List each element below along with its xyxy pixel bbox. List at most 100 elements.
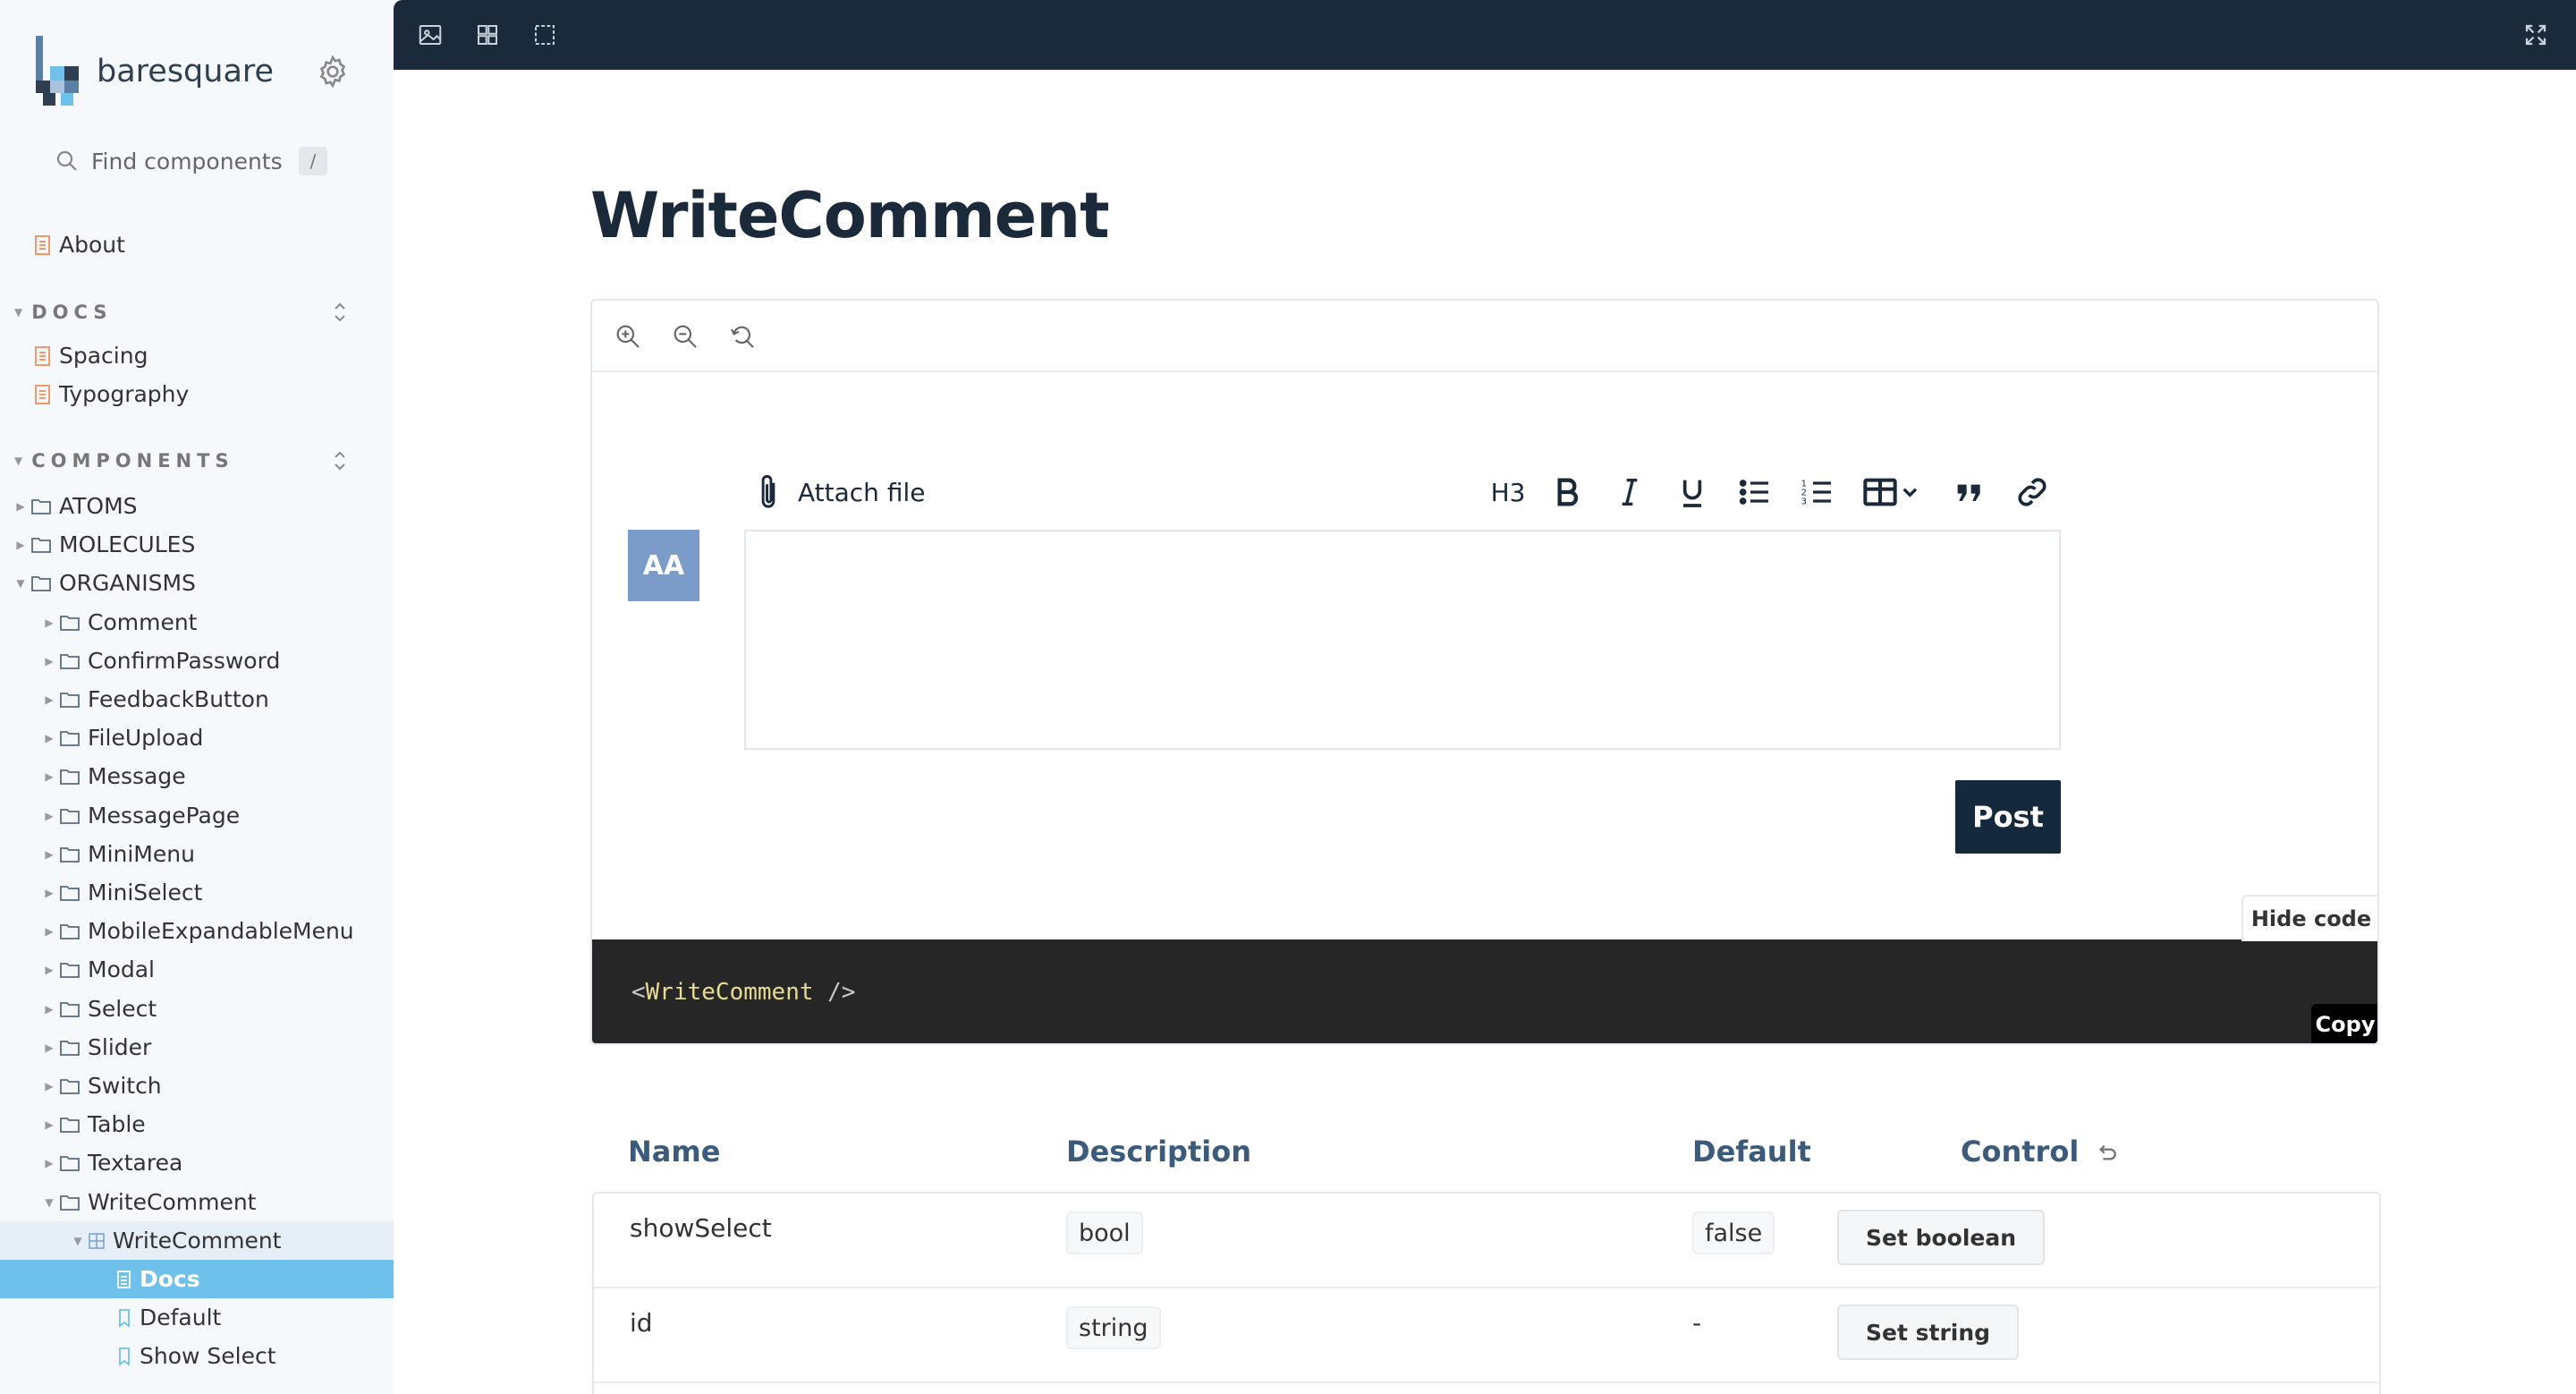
settings-gear-icon[interactable] — [315, 54, 351, 89]
sidebar-item-label: MessagePage — [88, 803, 241, 829]
sidebar-item-select[interactable]: ▶ Select — [0, 990, 394, 1028]
sidebar-item-label: MobileExpandableMenu — [88, 918, 354, 944]
sidebar-group-molecules[interactable]: ▶ MOLECULES — [0, 525, 394, 564]
sidebar-item-textarea[interactable]: ▶ Textarea — [0, 1143, 394, 1182]
sidebar-item-miniselect[interactable]: ▶ MiniSelect — [0, 873, 394, 912]
zoom-out-icon[interactable] — [671, 322, 699, 351]
sidebar-item-label: FeedbackButton — [88, 686, 269, 712]
outline-icon[interactable] — [531, 21, 558, 48]
search-input[interactable]: Find components / — [54, 143, 336, 179]
caret-right-icon: ▶ — [45, 809, 54, 822]
caret-right-icon: ▶ — [16, 538, 25, 551]
section-components[interactable]: ▼ COMPONENTS — [14, 447, 234, 474]
reset-controls-icon[interactable] — [2091, 1140, 2120, 1169]
sidebar-story-docs[interactable]: Docs — [0, 1260, 394, 1298]
sidebar-item-about[interactable]: About — [0, 225, 394, 264]
preview-toolbar — [592, 301, 2377, 372]
sidebar-item-label: MOLECULES — [59, 531, 196, 557]
brand-name: baresquare — [97, 54, 275, 89]
folder-icon — [59, 651, 80, 671]
code-block: <WriteComment /> — [592, 939, 2377, 1043]
copy-button[interactable]: Copy — [2311, 1004, 2377, 1043]
post-button[interactable]: Post — [1955, 780, 2061, 854]
underline-icon[interactable] — [1674, 472, 1710, 512]
table-row: id string - Set string — [594, 1288, 2379, 1383]
caret-right-icon: ▶ — [16, 499, 25, 513]
column-header-control: Control — [1961, 1135, 2080, 1169]
sidebar-group-atoms[interactable]: ▶ ATOMS — [0, 487, 394, 525]
search-icon — [56, 150, 77, 171]
folder-icon — [59, 690, 80, 710]
sidebar-item-feedbackbutton[interactable]: ▶ FeedbackButton — [0, 680, 394, 718]
heading-h3-button[interactable]: H3 — [1487, 472, 1530, 512]
quote-icon[interactable] — [1952, 472, 1987, 512]
comment-editor[interactable] — [744, 530, 2061, 750]
sidebar-item-modal[interactable]: ▶ Modal — [0, 950, 394, 989]
bulleted-list-icon[interactable] — [1737, 472, 1773, 512]
sidebar-item-label: Slider — [88, 1034, 152, 1060]
grid-icon[interactable] — [474, 21, 501, 48]
bold-icon[interactable] — [1549, 472, 1585, 512]
sidebar-story-default[interactable]: Default — [0, 1298, 394, 1337]
link-icon[interactable] — [2014, 472, 2050, 512]
docs-page: WriteComment Attach file H3 123 AA Post — [394, 70, 2576, 1394]
sidebar-item-table[interactable]: ▶ Table — [0, 1105, 394, 1143]
expand-collapse-icon[interactable] — [329, 299, 351, 326]
italic-icon[interactable] — [1612, 472, 1648, 512]
sidebar-item-spacing[interactable]: Spacing — [0, 336, 394, 375]
sidebar-story-show-select[interactable]: Show Select — [0, 1337, 394, 1375]
caret-right-icon: ▶ — [45, 1002, 54, 1016]
table-icon[interactable] — [1862, 472, 1925, 512]
sidebar-item-label: MiniMenu — [88, 841, 195, 867]
toolbar — [394, 0, 2576, 70]
sidebar-item-typography[interactable]: Typography — [0, 375, 394, 413]
sidebar-item-label: Table — [88, 1111, 146, 1137]
sidebar-group-organisms[interactable]: ▼ ORGANISMS — [0, 564, 394, 602]
folder-icon — [59, 1115, 80, 1135]
sidebar-item-message[interactable]: ▶ Message — [0, 757, 394, 795]
story-preview: Attach file H3 123 AA Post <WriteComment… — [590, 299, 2379, 1045]
folder-icon — [59, 1193, 80, 1212]
sidebar-item-label: Comment — [88, 609, 198, 635]
code-bracket: < — [631, 979, 646, 1006]
sidebar-item-messagepage[interactable]: ▶ MessagePage — [0, 796, 394, 835]
sidebar-component-writecomment[interactable]: ▼ WriteComment — [0, 1221, 394, 1260]
zoom-in-icon[interactable] — [614, 322, 642, 351]
set-string-button[interactable]: Set string — [1837, 1305, 2020, 1360]
sidebar-item-writecomment[interactable]: ▼ WriteComment — [0, 1183, 394, 1221]
caret-right-icon: ▶ — [45, 731, 54, 744]
caret-right-icon: ▶ — [45, 1041, 54, 1054]
code-snippet: <WriteComment /> — [631, 979, 855, 1006]
attach-file-button[interactable]: Attach file — [753, 472, 925, 512]
column-header-name: Name — [628, 1135, 721, 1169]
sidebar-item-comment[interactable]: ▶ Comment — [0, 603, 394, 642]
brand[interactable]: baresquare — [34, 36, 274, 107]
set-boolean-button[interactable]: Set boolean — [1837, 1210, 2046, 1265]
caret-right-icon: ▶ — [45, 1156, 54, 1169]
sidebar-item-slider[interactable]: ▶ Slider — [0, 1028, 394, 1067]
section-docs[interactable]: ▼ DOCS — [14, 299, 112, 326]
sidebar-item-switch[interactable]: ▶ Switch — [0, 1067, 394, 1105]
caret-right-icon: ▶ — [45, 693, 54, 706]
folder-icon — [59, 767, 80, 786]
section-label: DOCS — [31, 302, 113, 323]
sidebar-item-label: Show Select — [140, 1343, 276, 1369]
sidebar-item-minimenu[interactable]: ▶ MiniMenu — [0, 835, 394, 873]
fullscreen-icon[interactable] — [2522, 21, 2549, 48]
hide-code-button[interactable]: Hide code — [2241, 895, 2377, 941]
sidebar-item-label: WriteComment — [88, 1189, 257, 1215]
sidebar-item-confirmpassword[interactable]: ▶ ConfirmPassword — [0, 642, 394, 680]
sidebar-item-mobileexpandablemenu[interactable]: ▶ MobileExpandableMenu — [0, 912, 394, 950]
sidebar-item-label: Modal — [88, 956, 155, 982]
caret-right-icon: ▶ — [45, 886, 54, 899]
image-icon[interactable] — [417, 21, 444, 48]
numbered-list-icon[interactable]: 123 — [1800, 472, 1835, 512]
reset-zoom-icon[interactable] — [728, 322, 757, 351]
sidebar-item-fileupload[interactable]: ▶ FileUpload — [0, 718, 394, 757]
section-label: COMPONENTS — [31, 450, 234, 472]
sidebar: baresquare Find components / About ▼ DOC… — [0, 0, 394, 1394]
prop-name: showSelect — [630, 1213, 772, 1243]
sidebar-item-label: ConfirmPassword — [88, 648, 281, 674]
expand-collapse-icon[interactable] — [329, 447, 351, 474]
prop-type: bool — [1066, 1211, 1143, 1254]
